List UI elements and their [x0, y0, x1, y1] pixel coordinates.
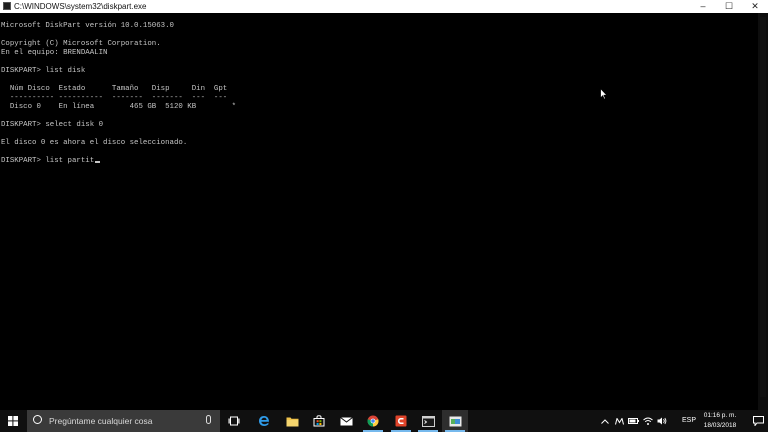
battery-icon: [628, 418, 639, 424]
console-scrollbar[interactable]: [758, 13, 768, 410]
wifi-icon: [642, 417, 653, 425]
chevron-up-icon: [601, 418, 609, 424]
microphone-icon[interactable]: [206, 415, 211, 424]
task-view-icon: [228, 416, 240, 426]
console-line: ---------- ---------- ------- ------- --…: [1, 94, 228, 102]
store-icon: [313, 415, 325, 427]
start-button[interactable]: [0, 410, 26, 432]
red-app-button[interactable]: [388, 410, 414, 432]
console-line: El disco 0 es ahora el disco seleccionad…: [1, 139, 188, 147]
console-line: Disco 0 En línea 465 GB 5120 KB *: [1, 103, 237, 111]
window-title-bar[interactable]: C:\WINDOWS\system32\diskpart.exe – ☐ ✕: [0, 0, 768, 13]
chrome-icon: [367, 415, 379, 427]
console-line: En el equipo: BRENDAALIN: [1, 49, 108, 57]
task-view-button[interactable]: [221, 410, 247, 432]
file-explorer-button[interactable]: [279, 410, 305, 432]
mouse-pointer-icon: [600, 88, 608, 100]
red-app-icon: [395, 415, 407, 427]
show-hidden-icons-button[interactable]: [598, 410, 612, 432]
network-button[interactable]: [641, 410, 654, 432]
command-prompt-icon: [421, 415, 435, 427]
console-line: DISKPART> list disk: [1, 67, 86, 75]
volume-button[interactable]: [655, 410, 668, 432]
chrome-button[interactable]: [360, 410, 386, 432]
edge-button[interactable]: [251, 410, 277, 432]
language-indicator[interactable]: ESP: [680, 410, 698, 432]
cortana-circle-icon: [33, 415, 42, 424]
diskpart-icon: [449, 416, 461, 426]
clock-date: 18/03/2018: [703, 422, 737, 429]
taskbar: Pregúntame cualquier cosa ESP 01:16 p. m…: [0, 410, 768, 432]
console-input-text: DISKPART> list partit: [1, 157, 95, 165]
console-line: DISKPART> select disk 0: [1, 121, 104, 129]
console-output[interactable]: Microsoft DiskPart versión 10.0.15063.0 …: [0, 13, 758, 410]
file-explorer-icon: [286, 417, 298, 426]
taskbar-clock[interactable]: 01:16 p. m. 18/03/2018: [698, 411, 742, 431]
mail-button[interactable]: [333, 410, 359, 432]
edge-icon: [259, 416, 269, 426]
text-cursor: [95, 161, 101, 163]
diskpart-button[interactable]: [442, 410, 468, 432]
search-placeholder: Pregúntame cualquier cosa: [49, 416, 153, 426]
scrollbar-thumb[interactable]: [760, 17, 766, 397]
console-line: Microsoft DiskPart versión 10.0.15063.0: [1, 22, 174, 30]
clock-time: 01:16 p. m.: [703, 412, 737, 419]
maximize-button[interactable]: ☐: [718, 0, 740, 13]
notification-icon: [752, 416, 764, 426]
speaker-icon: [657, 417, 666, 425]
action-center-button[interactable]: [748, 410, 768, 432]
minimize-button[interactable]: –: [692, 0, 714, 13]
close-button[interactable]: ✕: [744, 0, 766, 13]
tray-app-button[interactable]: [613, 410, 626, 432]
console-app-icon: [3, 2, 11, 10]
tray-app-icon: [615, 417, 624, 425]
console-line: Núm Disco Estado Tamaño Disp Din Gpt: [1, 85, 228, 93]
search-box[interactable]: Pregúntame cualquier cosa: [27, 410, 220, 432]
battery-button[interactable]: [627, 410, 640, 432]
windows-logo-icon: [8, 416, 18, 426]
console-input-line[interactable]: DISKPART> list partit: [1, 157, 101, 166]
window-title: C:\WINDOWS\system32\diskpart.exe: [14, 2, 147, 11]
mail-icon: [339, 416, 353, 425]
command-prompt-button[interactable]: [415, 410, 441, 432]
console-line: Copyright (C) Microsoft Corporation.: [1, 40, 161, 48]
store-button[interactable]: [306, 410, 332, 432]
